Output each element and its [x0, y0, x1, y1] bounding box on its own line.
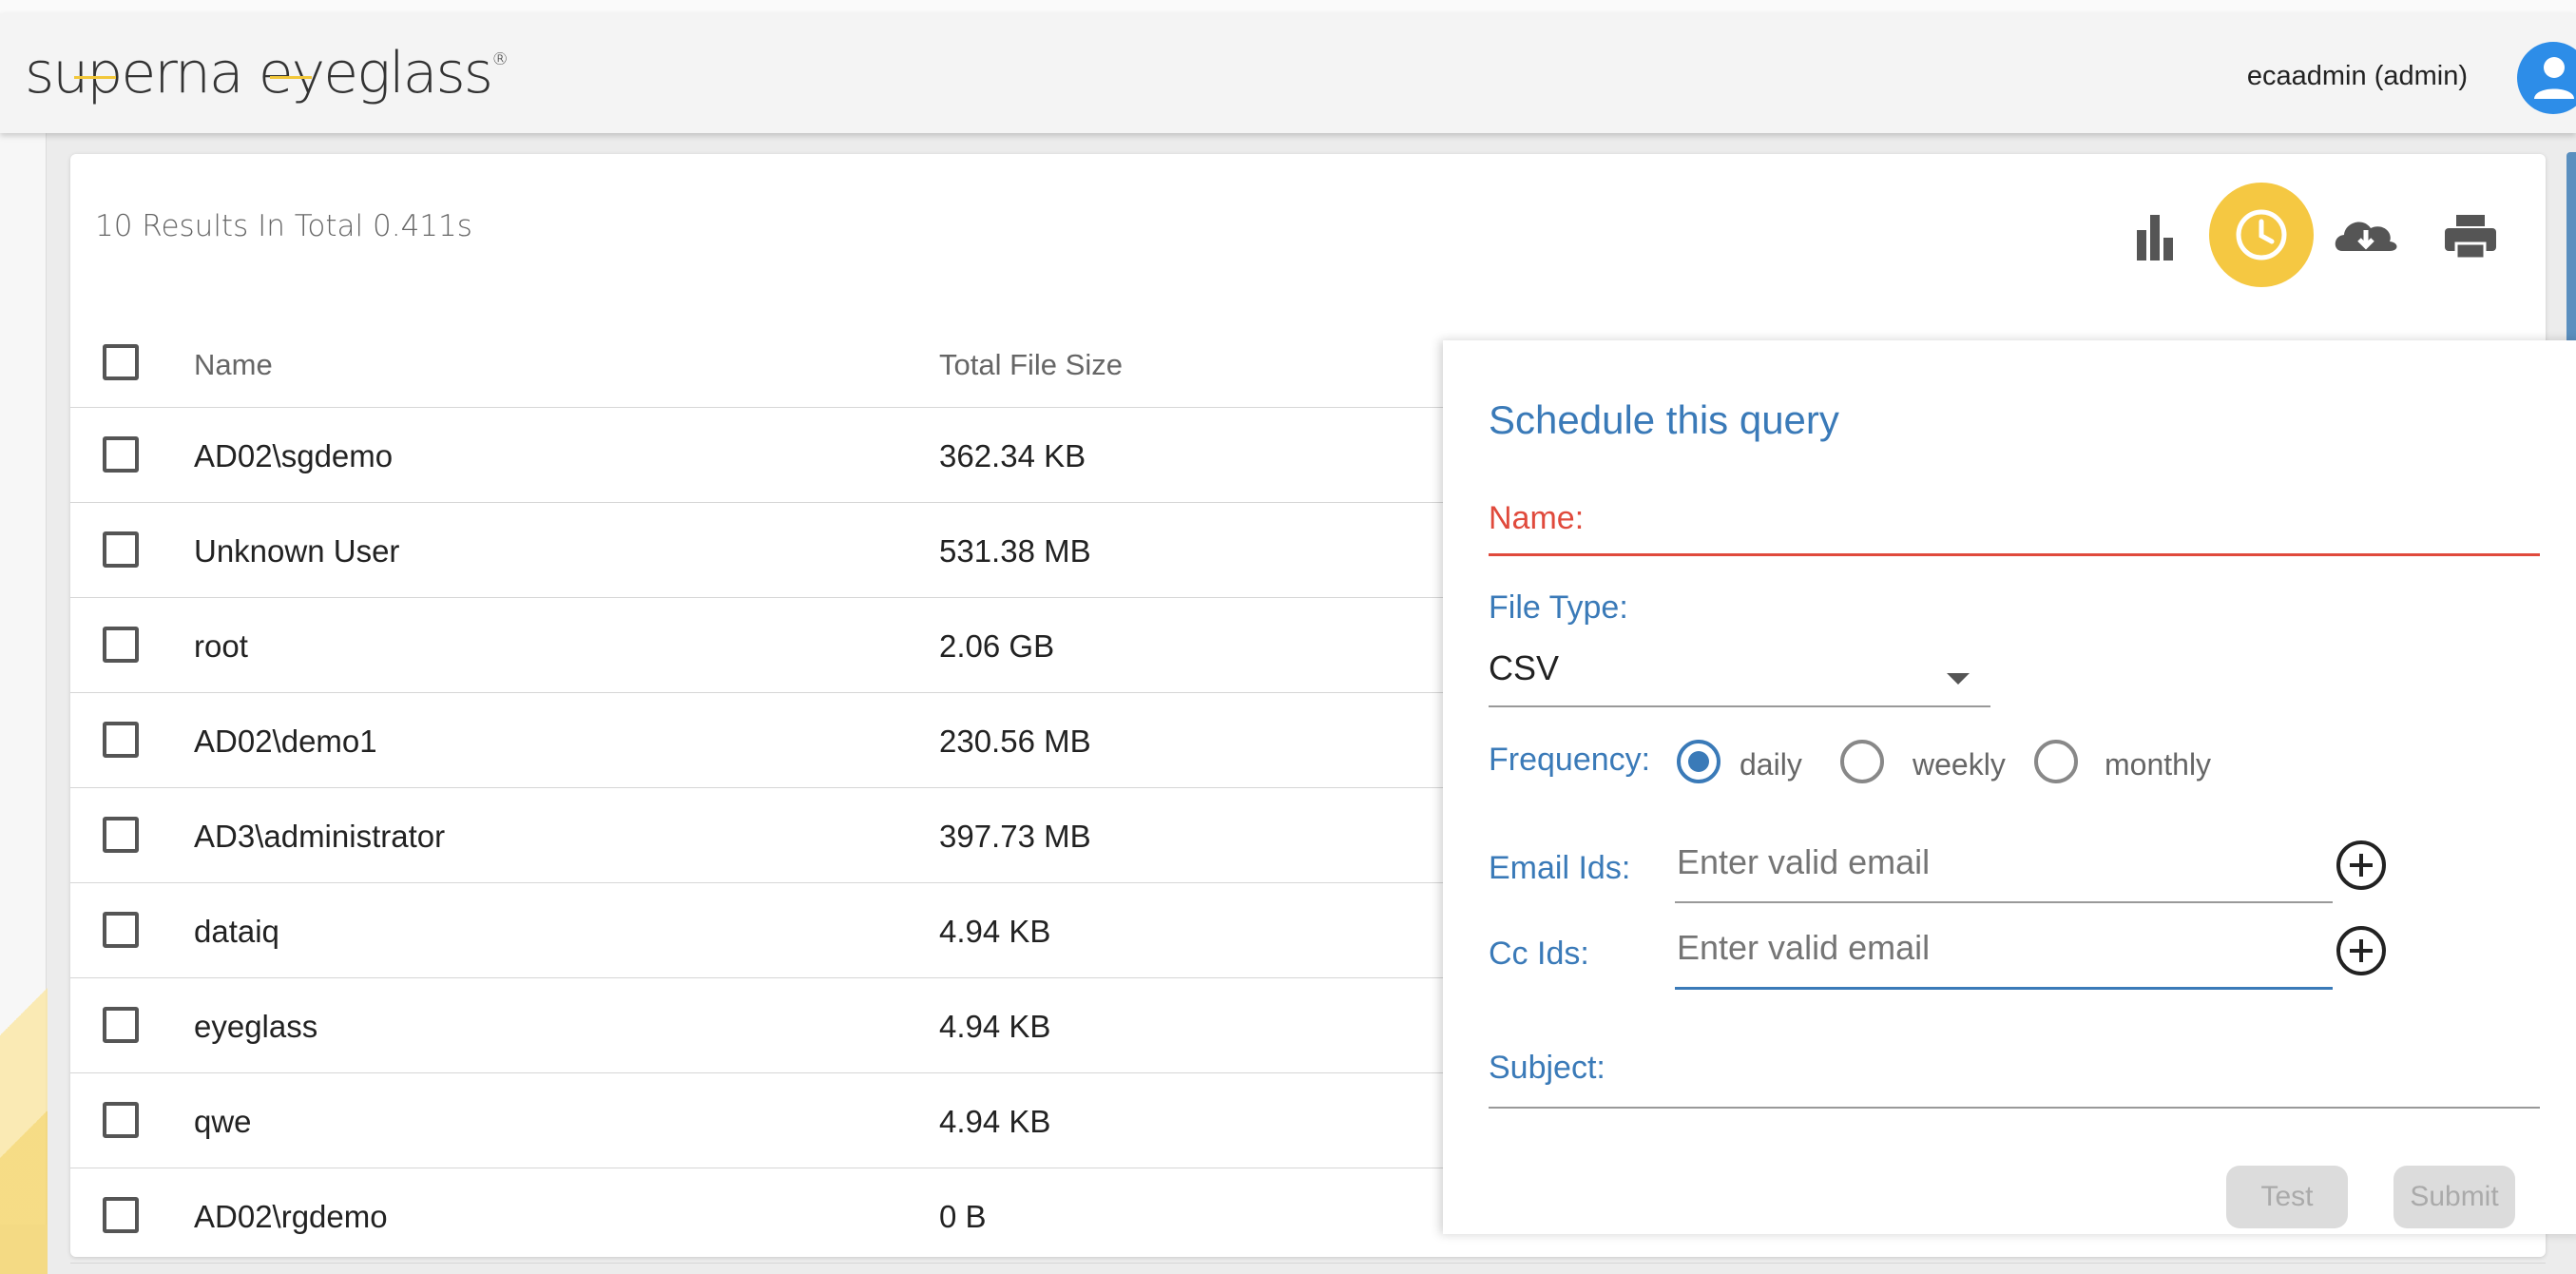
- chevron-down-icon[interactable]: [1947, 673, 1970, 685]
- row-size: 397.73 MB: [939, 819, 1091, 854]
- add-email-icon[interactable]: [2336, 840, 2386, 890]
- radio-monthly-label[interactable]: monthly: [2105, 747, 2211, 782]
- row-checkbox[interactable]: [103, 531, 139, 568]
- row-size: 0 B: [939, 1199, 987, 1234]
- chart-button[interactable]: [2103, 183, 2207, 287]
- email-ids-underline: [1675, 901, 2333, 903]
- email-ids-label: Email Ids:: [1489, 850, 1631, 886]
- email-ids-input[interactable]: [1677, 842, 2323, 882]
- radio-weekly-label[interactable]: weekly: [1913, 747, 2006, 782]
- row-size: 531.38 MB: [939, 533, 1091, 569]
- logo-accent-line: [270, 76, 312, 79]
- column-header-total-file-size[interactable]: Total File Size: [939, 348, 1123, 382]
- bar-chart-icon: [2137, 215, 2173, 261]
- user-icon: [2534, 57, 2574, 99]
- app-header: superna eyeglass® ecaadmin (admin): [0, 13, 2576, 133]
- user-name[interactable]: ecaadmin (admin): [2247, 61, 2468, 92]
- subject-input[interactable]: [1489, 1107, 2540, 1109]
- row-name: Unknown User: [194, 533, 400, 569]
- results-summary: 10 Results In Total 0.411s: [95, 209, 472, 243]
- subject-label: Subject:: [1489, 1050, 1605, 1086]
- column-header-name[interactable]: Name: [194, 348, 273, 382]
- row-size: 4.94 KB: [939, 914, 1051, 949]
- frequency-label: Frequency:: [1489, 742, 1651, 778]
- row-size: 362.34 KB: [939, 438, 1086, 473]
- cc-ids-input[interactable]: [1677, 928, 2323, 968]
- row-name: qwe: [194, 1104, 252, 1139]
- row-size: 230.56 MB: [939, 724, 1091, 759]
- add-cc-icon[interactable]: [2336, 926, 2386, 975]
- clock-icon: [2236, 209, 2287, 261]
- file-type-label: File Type:: [1489, 589, 1628, 626]
- schedule-button[interactable]: [2209, 183, 2314, 287]
- schedule-query-panel: Schedule this query Name: File Type: CSV…: [1443, 340, 2576, 1234]
- row-name: dataiq: [194, 914, 279, 949]
- left-sidebar-strip: [0, 133, 48, 1274]
- radio-monthly[interactable]: [2034, 740, 2078, 783]
- radio-daily[interactable]: [1677, 740, 1721, 783]
- row-name: AD3\administrator: [194, 819, 446, 854]
- row-name: root: [194, 628, 248, 664]
- row-name: AD02\demo1: [194, 724, 377, 759]
- logo-text: superna eyeglass: [25, 40, 493, 106]
- download-button[interactable]: [2314, 183, 2418, 287]
- row-checkbox[interactable]: [103, 1102, 139, 1138]
- logo-accent-line: [74, 76, 116, 79]
- logo: superna eyeglass®: [25, 40, 509, 106]
- panel-title: Schedule this query: [1489, 397, 1839, 442]
- row-name: AD02\rgdemo: [194, 1199, 388, 1234]
- submit-button[interactable]: Submit: [2393, 1166, 2515, 1228]
- row-name: eyeglass: [194, 1009, 318, 1044]
- decorative-pattern: [0, 913, 48, 1274]
- row-checkbox[interactable]: [103, 1197, 139, 1233]
- select-all-checkbox[interactable]: [103, 344, 139, 380]
- row-checkbox[interactable]: [103, 1007, 139, 1043]
- radio-daily-label[interactable]: daily: [1740, 747, 1802, 782]
- file-type-underline: [1489, 705, 1990, 707]
- name-label: Name:: [1489, 500, 1585, 536]
- radio-weekly[interactable]: [1840, 740, 1884, 783]
- row-size: 2.06 GB: [939, 628, 1055, 664]
- avatar[interactable]: [2517, 42, 2576, 114]
- printer-icon: [2445, 215, 2496, 261]
- test-button[interactable]: Test: [2226, 1166, 2348, 1228]
- row-size: 4.94 KB: [939, 1104, 1051, 1139]
- cc-ids-label: Cc Ids:: [1489, 936, 1589, 972]
- cc-ids-underline: [1675, 987, 2333, 990]
- row-size: 4.94 KB: [939, 1009, 1051, 1044]
- name-input[interactable]: [1489, 553, 2540, 556]
- browser-top-strip: [0, 0, 2576, 14]
- print-button[interactable]: [2418, 183, 2523, 287]
- file-type-select[interactable]: CSV: [1489, 648, 1559, 688]
- row-checkbox[interactable]: [103, 627, 139, 663]
- cloud-download-icon: [2335, 222, 2397, 251]
- row-checkbox[interactable]: [103, 817, 139, 853]
- row-checkbox[interactable]: [103, 436, 139, 473]
- row-name: AD02\sgdemo: [194, 438, 394, 473]
- logo-trademark: ®: [491, 49, 509, 69]
- row-checkbox[interactable]: [103, 722, 139, 758]
- row-checkbox[interactable]: [103, 912, 139, 948]
